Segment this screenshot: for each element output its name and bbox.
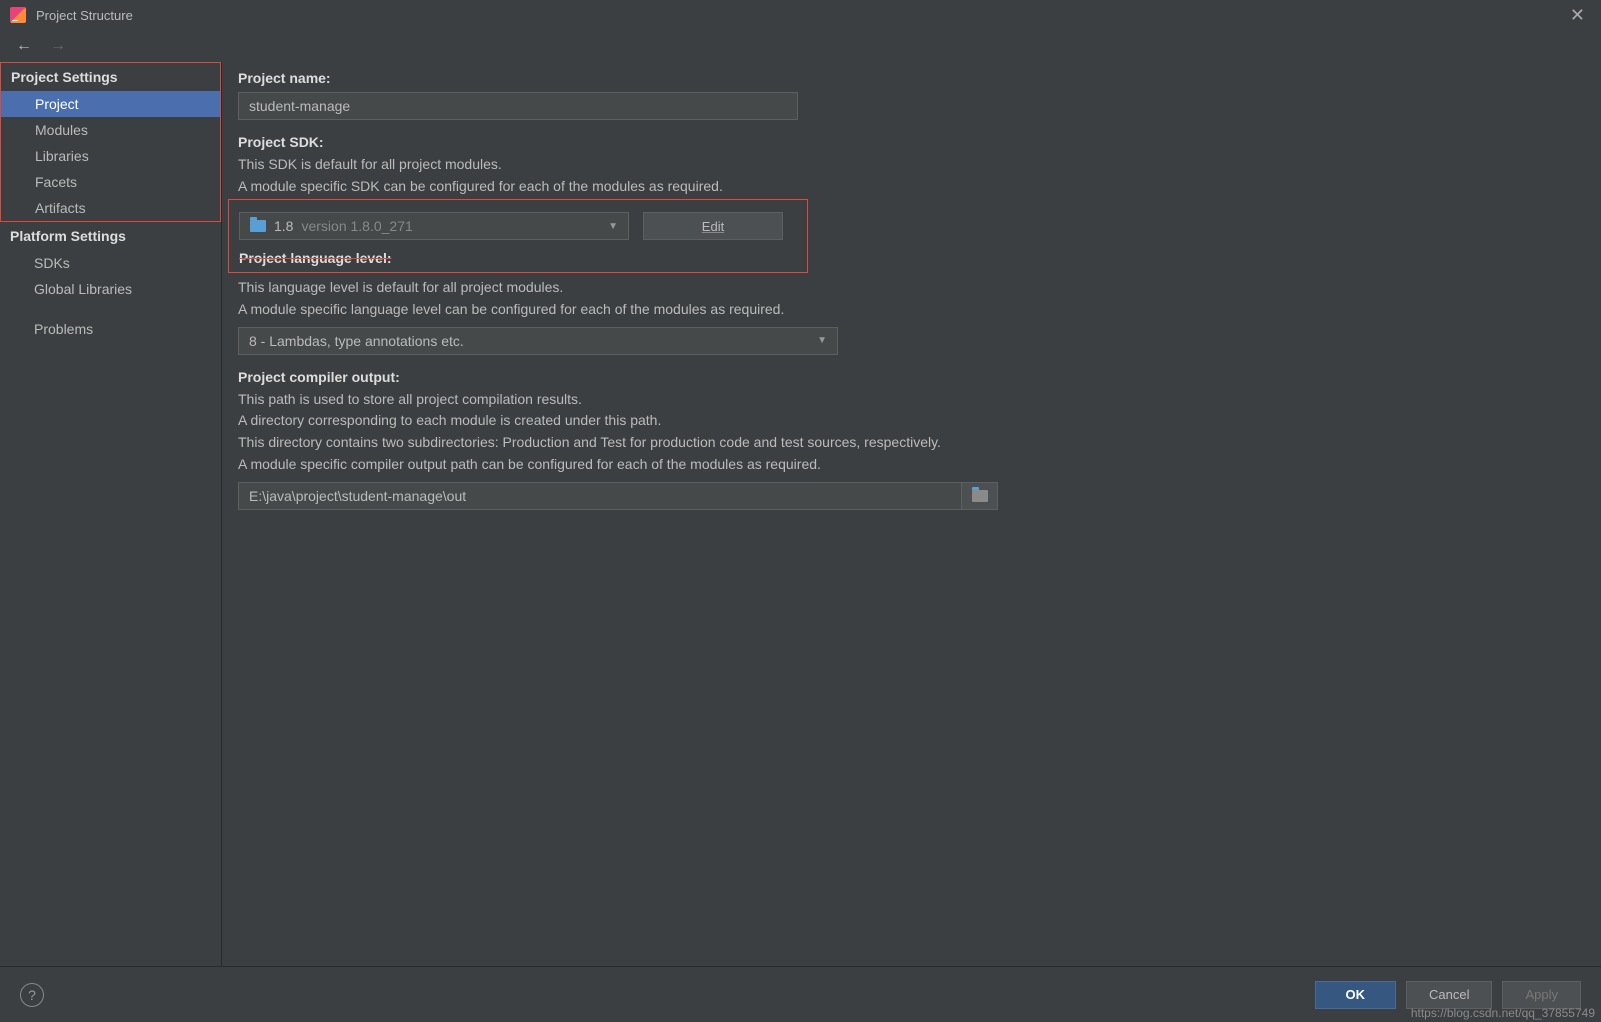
folder-icon <box>972 490 988 502</box>
compiler-desc-4: A module specific compiler output path c… <box>238 454 1577 476</box>
sidebar-item-problems[interactable]: Problems <box>0 316 221 342</box>
nav-back-icon[interactable]: ← <box>16 37 32 55</box>
compiler-output-input[interactable]: E:\java\project\student-manage\out <box>238 482 962 510</box>
folder-icon <box>250 220 266 232</box>
sidebar-item-libraries[interactable]: Libraries <box>1 143 220 169</box>
sidebar-item-facets[interactable]: Facets <box>1 169 220 195</box>
project-sdk-dropdown[interactable]: 1.8 version 1.8.0_271 ▼ <box>239 212 629 240</box>
project-name-input[interactable]: student-manage <box>238 92 798 120</box>
ok-button[interactable]: OK <box>1315 981 1397 1009</box>
footer: ? OK Cancel Apply <box>0 966 1601 1022</box>
browse-button[interactable] <box>962 482 998 510</box>
sidebar-item-modules[interactable]: Modules <box>1 117 220 143</box>
label-compiler-output: Project compiler output: <box>238 369 1577 385</box>
sidebar-item-project[interactable]: Project <box>1 91 220 117</box>
content-panel: Project name: student-manage Project SDK… <box>222 62 1601 966</box>
lang-desc-1: This language level is default for all p… <box>238 277 1577 299</box>
title-bar: Project Structure ✕ <box>0 0 1601 30</box>
intellij-icon <box>10 7 26 23</box>
label-project-name: Project name: <box>238 70 1577 86</box>
sidebar-item-global-libraries[interactable]: Global Libraries <box>0 276 221 302</box>
compiler-desc-2: A directory corresponding to each module… <box>238 410 1577 432</box>
sidebar-item-sdks[interactable]: SDKs <box>0 250 221 276</box>
sidebar: Project Settings Project Modules Librari… <box>0 62 222 966</box>
nav-arrows: ← → <box>0 30 1601 62</box>
cancel-button[interactable]: Cancel <box>1406 981 1492 1009</box>
compiler-desc-1: This path is used to store all project c… <box>238 389 1577 411</box>
language-level-dropdown[interactable]: 8 - Lambdas, type annotations etc. ▼ <box>238 327 838 355</box>
window-title: Project Structure <box>36 8 1564 23</box>
apply-button[interactable]: Apply <box>1502 981 1581 1009</box>
sdk-name: 1.8 <box>274 218 293 234</box>
sidebar-header-project-settings: Project Settings <box>1 63 220 91</box>
chevron-down-icon: ▼ <box>817 335 827 346</box>
edit-sdk-button[interactable]: Edit <box>643 212 783 240</box>
sdk-version: version 1.8.0_271 <box>301 218 412 234</box>
lang-desc-2: A module specific language level can be … <box>238 299 1577 321</box>
sidebar-item-artifacts[interactable]: Artifacts <box>1 195 220 221</box>
nav-forward-icon: → <box>50 37 66 55</box>
label-language-level: Project language level: <box>239 250 797 266</box>
close-icon[interactable]: ✕ <box>1564 5 1591 26</box>
help-button[interactable]: ? <box>20 983 44 1007</box>
sdk-desc-2: A module specific SDK can be configured … <box>238 176 1577 198</box>
watermark: https://blog.csdn.net/qq_37855749 <box>1411 1006 1595 1020</box>
compiler-desc-3: This directory contains two subdirectori… <box>238 432 1577 454</box>
label-project-sdk: Project SDK: <box>238 134 1577 150</box>
sidebar-header-platform-settings: Platform Settings <box>0 222 221 250</box>
sdk-desc-1: This SDK is default for all project modu… <box>238 154 1577 176</box>
language-level-value: 8 - Lambdas, type annotations etc. <box>249 333 464 349</box>
chevron-down-icon: ▼ <box>608 221 618 232</box>
